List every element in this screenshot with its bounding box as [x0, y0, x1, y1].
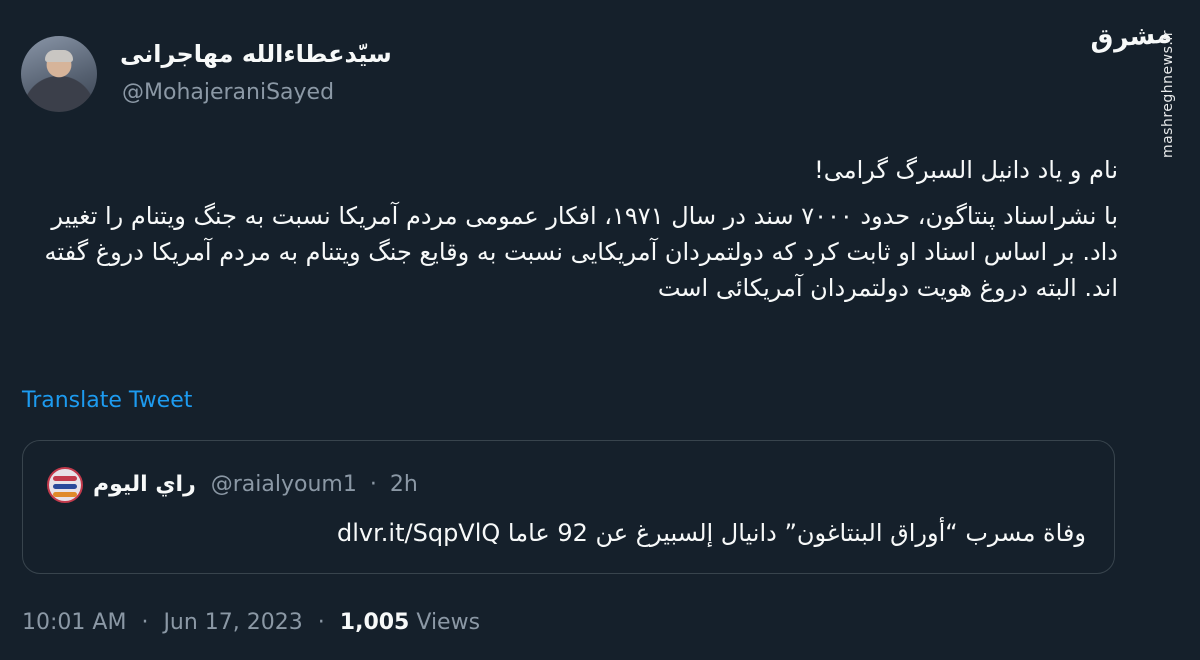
- tweet-text-line: نام و یاد دانیل السبرگ گرامی!: [814, 156, 1118, 184]
- tweet-date[interactable]: Jun 17, 2023: [163, 610, 302, 635]
- views-count: 1,005: [339, 610, 410, 635]
- quoted-handle[interactable]: @raialyoum1: [211, 472, 357, 497]
- quoted-separator: ·: [369, 472, 377, 497]
- quoted-name[interactable]: راي اليوم: [93, 472, 196, 497]
- author-handle[interactable]: @MohajeraniSayed: [122, 80, 334, 105]
- views-label: Views: [416, 610, 481, 635]
- author-avatar[interactable]: [21, 36, 97, 112]
- quoted-tweet[interactable]: راي اليوم @raialyoum1 · 2h وفاة مسرب “أو…: [22, 440, 1115, 574]
- tweet-text: نام و یاد دانیل السبرگ گرامی! با نشراسنا…: [22, 152, 1118, 306]
- tweet-text-line: با نشراسناد پنتاگون، حدود ۷۰۰۰ سند در سا…: [44, 202, 1118, 302]
- logo-stripe: [53, 484, 77, 489]
- avatar-hair: [45, 50, 73, 62]
- logo-stripe: [53, 492, 77, 497]
- tweet-time[interactable]: 10:01 AM: [22, 610, 126, 635]
- logo-stripe: [53, 476, 77, 481]
- meta-separator: ·: [317, 610, 325, 635]
- quoted-text: وفاة مسرب “أوراق البنتاغون” دانيال إلسبي…: [337, 519, 1086, 547]
- quoted-header: راي اليوم @raialyoum1 · 2h: [93, 471, 418, 499]
- watermark-site: mashreghnews.ir: [1160, 30, 1176, 159]
- translate-tweet-link[interactable]: Translate Tweet: [22, 388, 192, 413]
- quoted-avatar[interactable]: [47, 467, 83, 503]
- author-name[interactable]: سیّدعطاءالله مهاجرانی: [120, 40, 392, 68]
- tweet-page: سیّدعطاءالله مهاجرانی @MohajeraniSayed م…: [0, 0, 1200, 660]
- tweet-meta: 10:01 AM · Jun 17, 2023 · 1,005 Views: [22, 610, 480, 635]
- meta-separator: ·: [141, 610, 149, 635]
- quoted-time[interactable]: 2h: [390, 472, 418, 497]
